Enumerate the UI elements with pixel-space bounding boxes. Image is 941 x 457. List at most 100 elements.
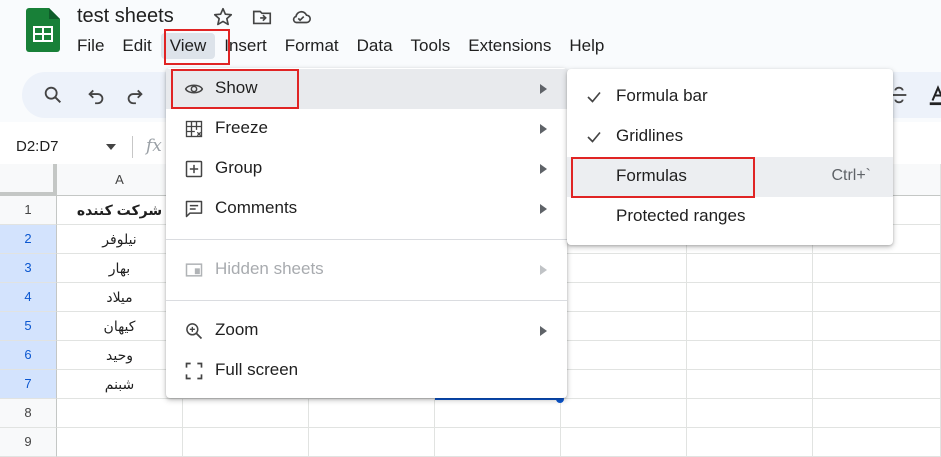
hidden-sheet-icon [185,263,203,277]
divider [132,136,133,158]
submenu-arrow-icon [540,204,547,214]
grid-cell[interactable] [813,399,941,428]
menu-item-label: Zoom [215,320,259,339]
grid-cell[interactable] [687,341,813,370]
grid-cell[interactable] [561,399,687,428]
grid-cell[interactable] [561,283,687,312]
menu-item-group[interactable]: Group [166,149,567,189]
cell-a4[interactable]: میلاد [57,283,183,312]
select-all-corner[interactable] [0,164,57,196]
search-icon[interactable] [42,84,64,106]
highlight-box-view [164,29,230,65]
submenu-item-label: Formula bar [616,86,708,105]
row-header[interactable]: 4 [0,283,57,312]
grid-cell[interactable] [183,428,309,457]
name-box-dropdown-icon[interactable] [106,144,116,150]
menu-item-label: Group [215,158,263,177]
document-title[interactable]: test sheets [77,5,174,28]
menu-item-label: Hidden sheets [215,259,324,278]
cell-a9[interactable] [57,428,183,457]
checkmark-icon [587,131,601,143]
submenu-item-formula-bar[interactable]: Formula bar [567,77,893,117]
submenu-item-label: Protected ranges [616,206,746,225]
grid-cell[interactable] [813,283,941,312]
grid-cell[interactable] [561,428,687,457]
grid-cell[interactable] [687,312,813,341]
grid-cell[interactable] [309,399,435,428]
grid-cell[interactable] [813,254,941,283]
cell-a7[interactable]: شبنم [57,370,183,399]
cell-a1[interactable]: شرکت کننده [57,196,183,225]
cell-a8[interactable] [57,399,183,428]
menu-item-label: Comments [215,198,298,217]
grid-cell[interactable] [183,399,309,428]
menu-file[interactable]: File [68,33,113,59]
grid-cell[interactable] [687,254,813,283]
fullscreen-icon [185,362,203,380]
name-box[interactable]: D2:D7 [16,138,59,155]
grid-cell[interactable] [813,341,941,370]
menu-item-label: Freeze [215,118,268,137]
grid-cell[interactable] [561,254,687,283]
row-header[interactable]: 9 [0,428,57,457]
menu-item-zoom[interactable]: Zoom [166,311,567,351]
shortcut-label: Ctrl+` [831,167,871,184]
submenu-item-gridlines[interactable]: Gridlines [567,117,893,157]
menu-tools[interactable]: Tools [402,33,460,59]
grid-cell[interactable] [435,399,561,428]
comment-icon [185,200,203,218]
checkmark-icon [587,91,601,103]
row-header[interactable]: 7 [0,370,57,399]
move-to-folder-icon[interactable] [251,6,273,28]
grid-cell[interactable] [561,370,687,399]
text-color-icon[interactable] [927,84,941,106]
cell-a5[interactable]: کیهان [57,312,183,341]
submenu-item-protected-ranges[interactable]: Protected ranges [567,197,893,237]
cell-a6[interactable]: وحید [57,341,183,370]
cell-a2[interactable]: نیلوفر [57,225,183,254]
menu-item-label: Full screen [215,360,299,379]
row-header[interactable]: 1 [0,196,57,225]
menu-help[interactable]: Help [560,33,613,59]
grid-cell[interactable] [813,370,941,399]
selection-border [435,398,561,400]
redo-icon[interactable] [124,84,146,106]
menu-edit[interactable]: Edit [113,33,160,59]
menu-item-comments[interactable]: Comments [166,189,567,229]
row-header[interactable]: 6 [0,341,57,370]
fx-icon: fx [146,136,162,156]
row-header[interactable]: 5 [0,312,57,341]
menu-divider [166,239,567,240]
grid-cell[interactable] [435,428,561,457]
grid-cell[interactable] [813,428,941,457]
submenu-item-label: Gridlines [616,126,684,145]
cloud-saved-icon[interactable] [290,6,312,28]
grid-cell[interactable] [309,428,435,457]
undo-icon[interactable] [85,84,107,106]
row-header[interactable]: 2 [0,225,57,254]
column-header-a[interactable]: A [57,164,183,196]
menu-data[interactable]: Data [348,33,402,59]
menu-item-hidden-sheets[interactable]: Hidden sheets [166,250,567,290]
grid-cell[interactable] [561,341,687,370]
row-header[interactable]: 3 [0,254,57,283]
menu-extensions[interactable]: Extensions [459,33,560,59]
sheets-logo-icon[interactable] [26,8,60,52]
submenu-arrow-icon [540,265,547,275]
grid-cell[interactable] [687,283,813,312]
grid-cell[interactable] [687,428,813,457]
menu-item-freeze[interactable]: Freeze [166,109,567,149]
highlight-box-show [171,69,299,109]
grid-cell[interactable] [561,312,687,341]
star-icon[interactable] [212,6,234,28]
menu-bar: File Edit View Insert Format Data Tools … [68,33,613,59]
grid-cell[interactable] [687,370,813,399]
menu-item-full-screen[interactable]: Full screen [166,351,567,391]
cell-a3[interactable]: بهار [57,254,183,283]
row-header[interactable]: 8 [0,399,57,428]
menu-format[interactable]: Format [276,33,348,59]
grid-cell[interactable] [687,399,813,428]
zoom-icon [186,323,203,340]
grid-cell[interactable] [813,312,941,341]
submenu-arrow-icon [540,124,547,134]
